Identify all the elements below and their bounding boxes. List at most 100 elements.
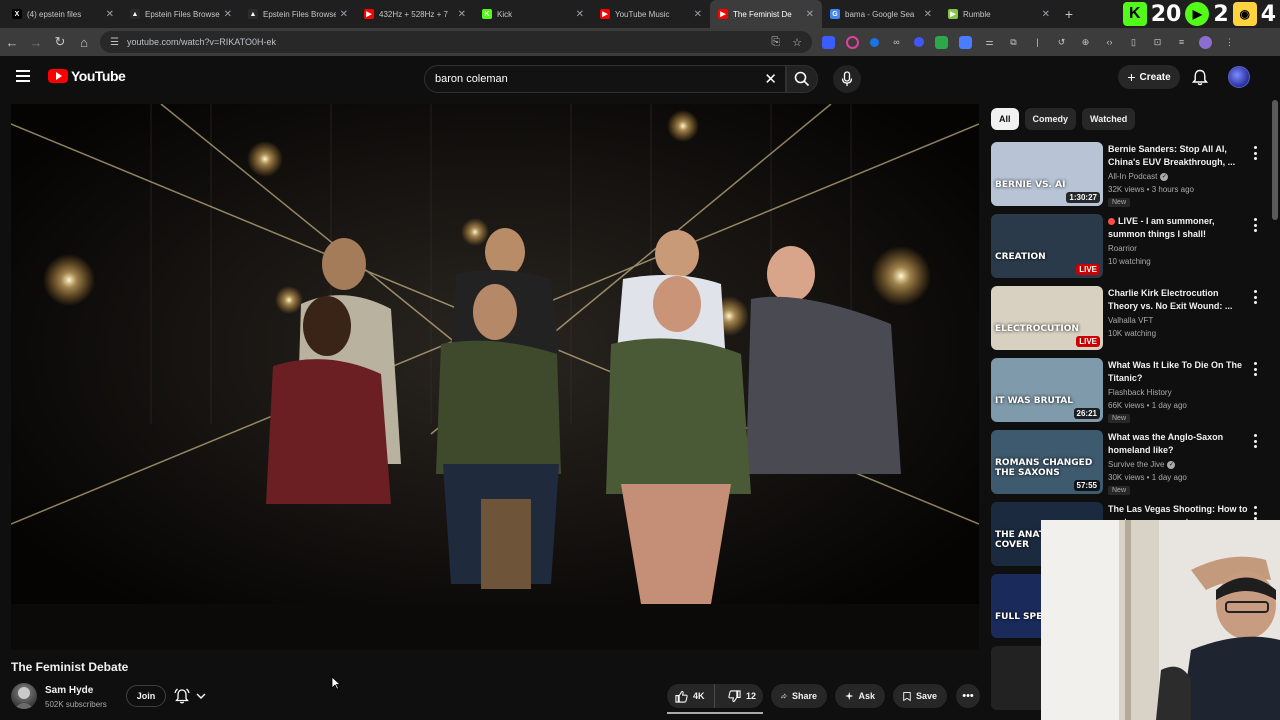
sidepanel-icon[interactable]: ▯ [1127,36,1140,49]
close-tab-icon[interactable]: ✕ [576,9,584,20]
media-icon[interactable]: ≡ [1175,36,1188,49]
sidebar-scrollbar[interactable] [1272,100,1278,220]
filter-chip[interactable]: All [991,108,1019,130]
close-tab-icon[interactable]: ✕ [458,9,466,20]
extension-icon-4[interactable]: ∞ [890,36,903,49]
extension-icon-5[interactable] [914,37,924,47]
video-player[interactable] [11,104,979,650]
video-thumbnail[interactable]: CREATION LIVE [991,214,1103,278]
extension-icon-2[interactable] [846,35,859,49]
kebab-menu-icon[interactable] [1251,146,1259,160]
browser-tab[interactable]: ▲ Epstein Files Browser ✕ [240,0,356,28]
recommendation-item[interactable]: ROMANS CHANGED THE SAXONS 57:55 What was t… [991,430,1269,498]
browser-tab[interactable]: ▶ The Feminist De ✕ [710,0,822,28]
search-input[interactable]: baron coleman ✕ [424,65,786,93]
recommendation-title[interactable]: What was the Anglo-Saxon homeland like? [1108,431,1248,457]
screenshot-icon[interactable]: ⊡ [1151,36,1164,49]
close-tab-icon[interactable]: ✕ [694,9,702,20]
notifications-button[interactable] [1191,69,1209,91]
plus-icon: + [1127,69,1136,85]
browser-tab[interactable]: ▶ Rumble ✕ [940,0,1058,28]
channel-avatar[interactable] [11,683,37,709]
site-info-icon[interactable]: ☰ [110,37,119,48]
video-thumbnail[interactable]: IT WAS BRUTAL 26:21 [991,358,1103,422]
dislike-button[interactable]: 12 [720,684,756,708]
extension-icon-7[interactable] [959,35,972,49]
clear-search-icon[interactable]: ✕ [764,70,777,88]
browser-tab[interactable]: Gbama - Google Sea ✕ [822,0,940,28]
close-tab-icon[interactable]: ✕ [924,9,932,20]
install-app-icon[interactable]: ⎘ [771,36,780,49]
recommendation-channel[interactable]: Roarrior [1108,244,1137,253]
video-thumbnail[interactable]: BERNIE VS. AI 1:30:27 [991,142,1103,206]
url-field[interactable]: ☰ youtube.com/watch?v=RIKATO0H-ek ⎘ ☆ [100,31,812,53]
recommendation-title[interactable]: LIVE - I am summoner, summon things I sh… [1108,215,1248,241]
more-actions-button[interactable]: ••• [956,684,980,708]
video-thumbnail[interactable]: ELECTROCUTION LIVE [991,286,1103,350]
live-badge: LIVE [1076,336,1100,347]
reload-button[interactable]: ↻ [48,30,72,54]
new-tab-button[interactable]: + [1058,6,1080,22]
recommendation-item[interactable]: ELECTROCUTION LIVE Charlie Kirk Electrocut… [991,286,1269,354]
profile-icon[interactable] [1199,35,1212,49]
browser-tab[interactable]: ▶ YouTube Music ✕ [592,0,710,28]
kebab-menu-icon[interactable] [1251,362,1259,376]
browser-tab[interactable]: X (4) epstein files ✕ [4,0,122,28]
join-button[interactable]: Join [126,685,166,707]
home-button[interactable]: ⌂ [72,30,96,54]
close-tab-icon[interactable]: ✕ [224,9,232,20]
subscription-notifications-button[interactable] [174,685,216,707]
like-button[interactable]: 4K [667,684,715,708]
extension-icon-1[interactable] [822,35,835,49]
puzzle-icon[interactable]: ⧉ [1007,36,1020,49]
account-avatar[interactable] [1228,66,1250,88]
recommendation-item[interactable]: BERNIE VS. AI 1:30:27 Bernie Sanders: Stop… [991,142,1269,210]
video-thumbnail[interactable]: ROMANS CHANGED THE SAXONS 57:55 [991,430,1103,494]
browser-tab[interactable]: ▶ 432Hz + 528Hz + 7 ✕ [356,0,474,28]
browser-tab[interactable]: K Kick ✕ [474,0,592,28]
history-icon[interactable]: ↺ [1055,36,1068,49]
browser-menu-icon[interactable]: ⋮ [1223,36,1236,49]
tracker-icon[interactable]: ⊕ [1079,36,1092,49]
recommendation-channel[interactable]: All-In Podcast ✓ [1108,172,1169,181]
search-button[interactable] [786,65,818,93]
save-button[interactable]: Save [893,684,947,708]
browser-tab[interactable]: ▲ Epstein Files Browser ✕ [122,0,240,28]
recommendation-title[interactable]: Bernie Sanders: Stop All AI, China's EUV… [1108,143,1248,169]
back-button[interactable]: ← [0,30,24,54]
recommendation-title[interactable]: Charlie Kirk Electrocution Theory vs. No… [1108,287,1248,313]
forward-button[interactable]: → [24,30,48,54]
close-tab-icon[interactable]: ✕ [106,9,114,20]
voice-search-button[interactable] [833,65,861,93]
bookmark-icon [903,691,911,701]
youtube-logo[interactable]: YouTube [48,68,126,84]
kebab-menu-icon[interactable] [1251,506,1259,520]
close-tab-icon[interactable]: ✕ [806,9,814,20]
menu-icon[interactable] [16,70,30,82]
create-button[interactable]: + Create [1118,65,1180,89]
filter-chip[interactable]: Comedy [1024,108,1077,130]
recommendation-item[interactable]: IT WAS BRUTAL 26:21 What Was It Like To Di… [991,358,1269,426]
close-tab-icon[interactable]: ✕ [340,9,348,20]
recommendation-channel[interactable]: Valhalla VFT [1108,316,1153,325]
devtools-icon[interactable]: ‹› [1103,36,1116,49]
kebab-menu-icon[interactable] [1251,218,1259,232]
close-tab-icon[interactable]: ✕ [1042,9,1050,20]
extension-icon-6[interactable] [935,35,948,49]
ask-button[interactable]: Ask [835,684,885,708]
extension-icon-8[interactable]: ⚌ [983,36,996,49]
recommendation-title[interactable]: What Was It Like To Die On The Titanic? [1108,359,1248,385]
recommendation-channel[interactable]: Flashback History [1108,388,1172,397]
kebab-menu-icon[interactable] [1251,290,1259,304]
like-dislike-group: 4K 12 [667,684,763,708]
bookmark-star-icon[interactable]: ☆ [792,36,802,49]
recommendation-channel[interactable]: Survive the Jive ✓ [1108,460,1176,469]
recommendation-item[interactable]: CREATION LIVE LIVE - I am summoner, summon… [991,214,1269,282]
filter-chip[interactable]: Watched [1082,108,1136,130]
extension-icon-3[interactable] [870,37,879,47]
share-button[interactable]: Share [771,684,827,708]
recommendation-meta: 32K views • 3 hours ago [1108,185,1194,194]
kebab-menu-icon[interactable] [1251,434,1259,448]
channel-name[interactable]: Sam Hyde [45,685,93,696]
ask-label: Ask [858,691,875,701]
